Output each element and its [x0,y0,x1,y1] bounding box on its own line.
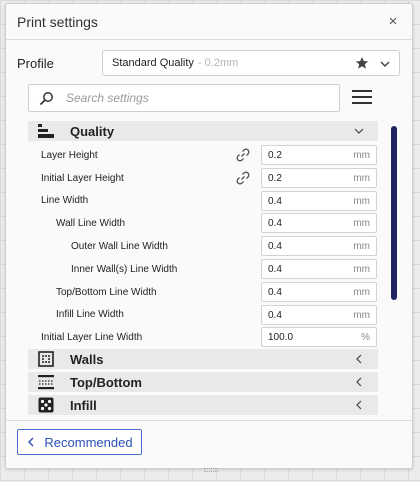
setting-value: 0.2 [268,150,282,161]
category-top-bottom[interactable]: Top/Bottom [28,372,378,393]
setting-row: Infill Line Width 0.4 mm [28,304,378,327]
chevron-down-icon [354,128,364,134]
setting-unit: mm [353,263,370,275]
footer-divider [6,420,412,421]
setting-value: 0.4 [268,218,282,230]
link-icon[interactable] [236,148,250,162]
setting-input[interactable]: 0.4 mm [261,258,377,279]
chevron-left-icon [356,400,362,410]
setting-value: 0.4 [268,241,282,253]
setting-row: Layer Height 0.2 mm [28,144,378,167]
setting-label: Line Width [41,195,89,207]
setting-input[interactable]: 0.4 mm [261,236,377,257]
chevron-down-icon[interactable] [379,58,391,70]
recommended-label: Recommended [44,434,133,450]
setting-label: Inner Wall(s) Line Width [71,263,178,275]
setting-input[interactable]: 0.4 mm [261,190,377,211]
setting-value: 0.4 [268,286,282,298]
quality-icon [38,124,54,138]
setting-value: 0.4 [268,263,282,275]
recommended-button[interactable]: Recommended [17,429,142,455]
resize-handle[interactable] [204,468,218,472]
profile-label: Profile [17,55,54,71]
setting-row: Top/Bottom Line Width 0.4 mm [28,281,378,304]
setting-unit: mm [353,150,370,161]
category-label: Infill [70,397,97,413]
profile-layer-height: - 0.2mm [197,57,239,69]
setting-row: Outer Wall Line Width 0.4 mm [28,235,378,258]
setting-input[interactable]: 100.0 % [261,327,377,348]
profile-row: Profile Standard Quality - 0.2mm [17,50,401,76]
setting-row: Inner Wall(s) Line Width 0.4 mm [28,258,378,281]
search-input[interactable] [66,91,316,105]
setting-unit: mm [353,286,370,298]
setting-label: Initial Layer Height [41,172,124,184]
category-quality[interactable]: Quality [28,121,378,141]
setting-label: Top/Bottom Line Width [56,286,157,298]
panel-header: Print settings × [6,4,412,40]
profile-name: Standard Quality [112,57,194,69]
print-settings-panel: Print settings × Profile Standard Qualit… [5,3,413,472]
panel-title: Print settings [17,13,98,30]
setting-input[interactable]: 0.4 mm [261,213,377,234]
category-label: Quality [70,123,115,139]
settings-menu-icon[interactable] [352,88,372,106]
setting-unit: mm [353,241,370,253]
setting-label: Layer Height [41,149,98,161]
setting-input[interactable]: 0.2 mm [261,145,377,165]
setting-row: Wall Line Width 0.4 mm [28,212,378,235]
setting-unit: % [361,332,370,344]
setting-value: 0.4 [268,195,282,207]
setting-unit: mm [353,172,370,184]
setting-row: Line Width 0.4 mm [28,190,378,213]
scrollbar[interactable] [391,126,397,300]
setting-input[interactable]: 0.2 mm [261,167,377,188]
walls-icon [38,351,54,367]
link-icon[interactable] [236,171,250,185]
settings-list: Quality Layer Height 0.2 mm Initial Laye… [28,121,378,419]
setting-input[interactable]: 0.4 mm [261,281,377,302]
setting-row: Initial Layer Height 0.2 mm [28,167,378,190]
star-icon[interactable] [355,56,369,70]
search-icon [39,91,53,105]
chevron-left-icon [28,437,34,447]
category-label: Walls [70,351,104,367]
close-button[interactable]: × [385,13,401,30]
category-walls[interactable]: Walls [28,349,378,370]
setting-row: Initial Layer Line Width 100.0 % [28,326,378,349]
chevron-left-icon [356,377,362,387]
chevron-left-icon [356,354,362,364]
top-bottom-icon [38,375,54,390]
setting-value: 100.0 [268,332,294,344]
category-label: Top/Bottom [70,374,142,390]
setting-input[interactable]: 0.4 mm [261,304,377,325]
setting-unit: mm [353,195,370,207]
setting-unit: mm [353,218,370,230]
setting-label: Outer Wall Line Width [71,241,168,253]
setting-value: 0.2 [268,172,282,184]
setting-value: 0.4 [268,309,282,321]
profile-dropdown[interactable]: Standard Quality - 0.2mm [102,50,400,76]
setting-label: Initial Layer Line Width [41,332,143,344]
search-box [28,84,340,112]
setting-label: Wall Line Width [56,218,126,230]
setting-unit: mm [353,309,370,321]
category-infill[interactable]: Infill [28,395,378,416]
infill-icon [38,397,54,413]
setting-label: Infill Line Width [56,309,124,321]
